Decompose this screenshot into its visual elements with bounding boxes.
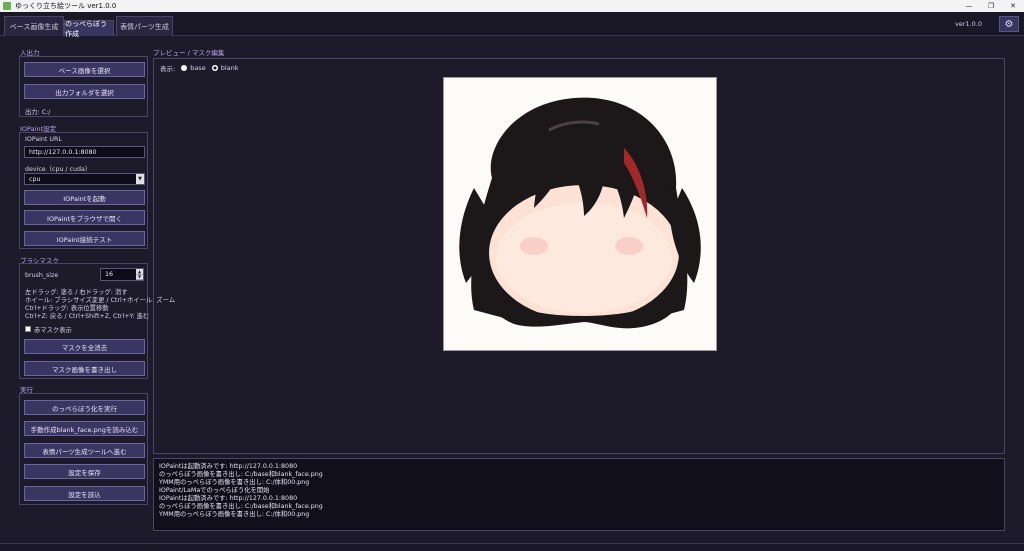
maximize-button[interactable]: ❐ <box>980 0 1002 12</box>
select-base-image-button[interactable]: ベース画像を選択 <box>24 62 145 77</box>
radio-base[interactable] <box>181 65 188 71</box>
radio-base-label[interactable]: base <box>190 64 206 72</box>
tab-expression-parts[interactable]: 表情パーツ生成 <box>116 16 173 36</box>
output-path-label: 出力: C:/ <box>25 109 51 116</box>
export-mask-button[interactable]: マスク画像を書き出し <box>24 361 145 376</box>
load-settings-button[interactable]: 設定を読込 <box>24 486 145 501</box>
red-mask-label: 赤マスク表示 <box>34 327 72 334</box>
log-line: YMM用のっぺらぼう画像を書き出し: C:/体和00.png <box>159 479 310 486</box>
window-title: ゆっくり立ち絵ツール ver1.0.0 <box>15 2 117 10</box>
tab-noppera[interactable]: のっぺらぼう作成 <box>64 20 114 38</box>
run-group: のっぺらぼう化を実行 手動作成blank_face.pngを読み込む 表情パーツ… <box>19 393 148 505</box>
log-line: IOPaintは起動済みです: http://127.0.0.1:8080 <box>159 495 298 502</box>
preview-canvas[interactable] <box>443 77 717 351</box>
log-line: YMM用のっぺらぼう画像を書き出し: C:/体和00.png <box>159 511 310 518</box>
tab-bar: ベース画像生成 のっぺらぼう作成 表情パーツ生成 ver1.0.0 ⚙ <box>0 12 1024 38</box>
preview-section-label: プレビュー / マスク編集 <box>153 49 225 57</box>
device-value: cpu <box>29 175 41 183</box>
brush-size-spinbox[interactable]: 16 ▲ ▼ <box>100 268 144 281</box>
log-line: のっぺらぼう画像を書き出し: C:/base和blank_face.png <box>159 471 323 478</box>
title-bar: ゆっくり立ち絵ツール ver1.0.0 — ❐ ✕ <box>0 0 1024 12</box>
tab-base-image[interactable]: ベース画像生成 <box>4 16 64 36</box>
clear-mask-button[interactable]: マスクを全消去 <box>24 339 145 354</box>
window-controls: — ❐ ✕ <box>958 0 1024 12</box>
close-button[interactable]: ✕ <box>1002 0 1024 12</box>
io-group: ベース画像を選択 出力フォルダを選択 出力: C:/ <box>19 56 148 117</box>
app-icon <box>3 2 11 10</box>
preview-group: 表示: base blank <box>153 58 1005 454</box>
start-iopaint-button[interactable]: IOPaintを起動 <box>24 190 145 205</box>
status-bar <box>0 543 1024 551</box>
help-line: Ctrl+Z: 戻る / Ctrl+Shift+Z, Ctrl+Y: 進む <box>25 313 150 320</box>
brush-size-label: brush_size <box>25 272 59 279</box>
log-line: のっぺらぼう画像を書き出し: C:/base和blank_face.png <box>159 503 323 510</box>
display-label: 表示: <box>160 65 176 73</box>
log-line: IOPaintは起動済みです: http://127.0.0.1:8080 <box>159 463 298 470</box>
log-output[interactable]: IOPaintは起動済みです: http://127.0.0.1:8080 のっ… <box>153 458 1005 531</box>
iopaint-url-label: IOPaint URL <box>25 136 62 143</box>
version-label: ver1.0.0 <box>954 20 982 28</box>
iopaint-url-input[interactable]: http://127.0.0.1:8080 <box>24 146 145 158</box>
character-image <box>459 97 701 329</box>
load-manual-blank-button[interactable]: 手動作成blank_face.pngを読み込む <box>24 421 145 436</box>
red-mask-checkbox[interactable] <box>25 326 31 332</box>
radio-blank-label[interactable]: blank <box>221 64 239 72</box>
execute-noppera-button[interactable]: のっぺらぼう化を実行 <box>24 400 145 415</box>
settings-button[interactable]: ⚙ <box>999 16 1019 32</box>
chevron-down-icon[interactable]: ▼ <box>136 174 144 184</box>
spin-buttons[interactable]: ▲ ▼ <box>136 269 143 280</box>
go-parts-tool-button[interactable]: 表情パーツ生成ツールへ進む <box>24 443 145 458</box>
minimize-button[interactable]: — <box>958 0 980 12</box>
open-iopaint-browser-button[interactable]: IOPaintをブラウザで開く <box>24 210 145 225</box>
display-mode-row: 表示: base blank <box>160 63 239 73</box>
brush-group: brush_size 16 ▲ ▼ 左ドラッグ: 塗る / 右ドラッグ: 消す ホ… <box>19 263 175 379</box>
iopaint-group: IOPaint URL http://127.0.0.1:8080 device… <box>19 132 148 249</box>
device-select[interactable]: cpu ▼ <box>24 173 145 185</box>
select-output-folder-button[interactable]: 出力フォルダを選択 <box>24 84 145 99</box>
device-label: device（cpu / cuda） <box>25 166 92 173</box>
log-line: IOPaint/LaMaでのっぺらぼう化を開始 <box>159 487 270 494</box>
gear-icon: ⚙ <box>1004 18 1014 30</box>
radio-blank[interactable] <box>211 65 218 71</box>
brush-size-value: 16 <box>105 271 114 278</box>
spin-down-icon[interactable]: ▼ <box>136 274 143 280</box>
save-settings-button[interactable]: 設定を保存 <box>24 464 145 479</box>
iopaint-connection-test-button[interactable]: IOPaint接続テスト <box>24 231 145 246</box>
